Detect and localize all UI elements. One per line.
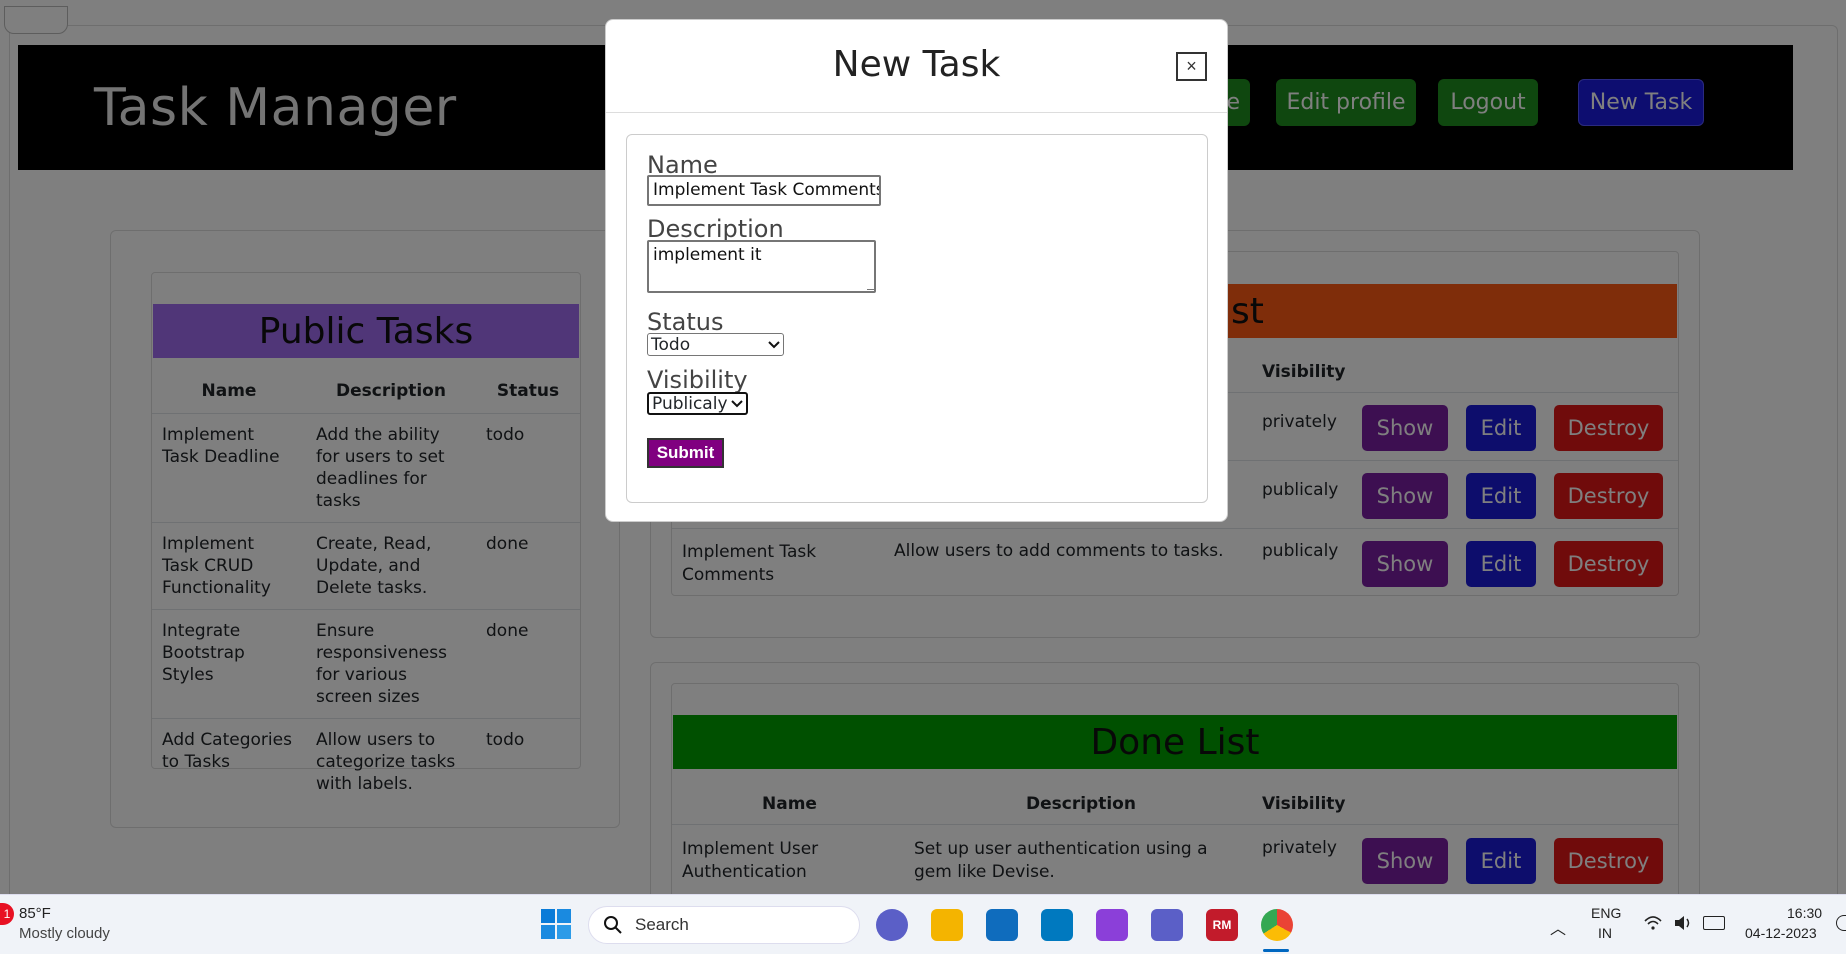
temperature[interactable]: 85°F [19, 905, 51, 922]
chevron-up-icon[interactable]: ︿ [1550, 915, 1566, 939]
taskbar: 1 85°F Mostly cloudy Search RM ︿ ENG IN … [0, 894, 1846, 954]
outlook-icon[interactable] [986, 909, 1018, 941]
file-explorer-icon[interactable] [931, 909, 963, 941]
modal-title: New Task [832, 44, 1001, 85]
visibility-label: Visibility [647, 366, 748, 394]
name-field[interactable]: Implement Task Comments [647, 175, 881, 206]
notification-icon[interactable] [1836, 915, 1846, 931]
status-value: Todo [651, 334, 691, 355]
taskbar-search[interactable]: Search [588, 906, 860, 944]
teams-icon[interactable] [1151, 909, 1183, 941]
volume-icon[interactable] [1673, 915, 1693, 931]
status-label: Status [647, 308, 724, 336]
new-task-modal: New Task × Name Implement Task Comments … [605, 19, 1228, 522]
chevron-down-icon [768, 340, 780, 348]
language[interactable]: ENG [1591, 905, 1621, 921]
resize-handle-icon[interactable] [867, 282, 875, 290]
visibility-value: Publicaly [652, 393, 728, 414]
chat-icon[interactable] [876, 909, 908, 941]
clipchamp-icon[interactable] [1096, 909, 1128, 941]
rubymine-icon[interactable]: RM [1206, 909, 1238, 941]
clock-date[interactable]: 04-12-2023 [1745, 925, 1817, 941]
region[interactable]: IN [1598, 925, 1612, 941]
new-task-form: Name Implement Task Comments Description… [626, 134, 1208, 503]
app-page: Task Manager e Edit profile Logout New T… [0, 0, 1846, 894]
active-app-indicator [1263, 949, 1289, 952]
submit-button[interactable]: Submit [647, 438, 724, 468]
status-select[interactable]: Todo [647, 333, 784, 356]
trello-icon[interactable] [1041, 909, 1073, 941]
close-icon[interactable]: × [1176, 52, 1207, 81]
chevron-down-icon [731, 399, 743, 407]
chrome-icon[interactable] [1261, 909, 1293, 941]
weather-status[interactable]: Mostly cloudy [19, 925, 110, 942]
battery-icon[interactable] [1703, 916, 1725, 930]
wifi-icon[interactable] [1643, 915, 1663, 931]
search-placeholder: Search [635, 915, 689, 934]
weather-badge: 1 [0, 903, 14, 925]
description-label: Description [647, 215, 784, 243]
search-icon [604, 916, 622, 934]
description-field[interactable]: implement it [647, 240, 876, 293]
clock-time[interactable]: 16:30 [1787, 905, 1822, 921]
windows-start-icon[interactable] [540, 908, 572, 940]
modal-divider [606, 112, 1227, 113]
visibility-select[interactable]: Publicaly [647, 392, 748, 415]
